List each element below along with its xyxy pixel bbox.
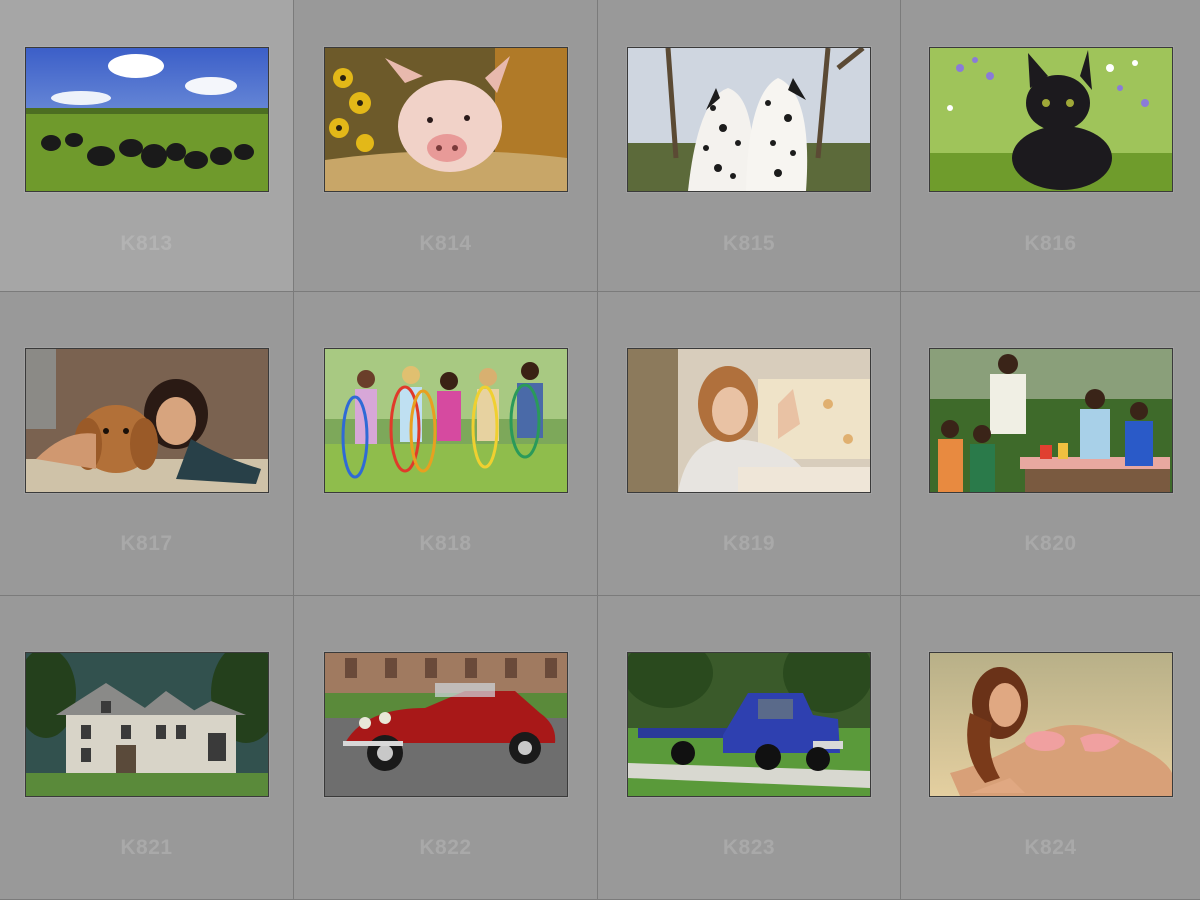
thumbnail-image-children-hoops[interactable] bbox=[323, 348, 568, 493]
thumbnail-label: K822 bbox=[419, 836, 472, 859]
thumbnail-cell-k815[interactable]: K815 bbox=[598, 0, 901, 292]
thumbnail-cell-k821[interactable]: K821 bbox=[0, 596, 294, 900]
thumbnail-image-beach-woman[interactable] bbox=[928, 652, 1173, 797]
thumbnail-cell-k823[interactable]: K823 bbox=[598, 596, 901, 900]
thumbnail-image-girl-spaniel[interactable] bbox=[24, 348, 269, 493]
thumbnail-cell-k822[interactable]: K822 bbox=[294, 596, 598, 900]
thumbnail-cell-k824[interactable]: K824 bbox=[901, 596, 1200, 900]
thumbnail-label: K815 bbox=[722, 232, 776, 255]
thumbnail-cell-k816[interactable]: K816 bbox=[901, 0, 1200, 292]
thumbnail-image-cattle[interactable] bbox=[24, 47, 269, 192]
thumbnail-cell-k814[interactable]: K814 bbox=[294, 0, 598, 292]
thumbnail-label: K820 bbox=[1024, 532, 1077, 555]
thumbnail-label: K818 bbox=[419, 532, 472, 555]
thumbnail-label: K823 bbox=[722, 836, 776, 859]
thumbnail-image-red-car[interactable] bbox=[323, 652, 568, 797]
thumbnail-image-girl-praying[interactable] bbox=[627, 348, 871, 493]
thumbnail-cell-k817[interactable]: K817 bbox=[0, 292, 294, 596]
thumbnail-label: K824 bbox=[1024, 836, 1077, 859]
thumbnail-cell-k820[interactable]: K820 bbox=[901, 292, 1200, 596]
thumbnail-label: K813 bbox=[120, 232, 173, 255]
thumbnail-label: K814 bbox=[419, 232, 472, 255]
thumbnail-grid: K813 K814 K815 K816 K817 K818 K819 K820 … bbox=[0, 0, 1200, 900]
thumbnail-image-blue-truck[interactable] bbox=[627, 652, 871, 797]
thumbnail-cell-k819[interactable]: K819 bbox=[598, 292, 901, 596]
thumbnail-cell-k813[interactable]: K813 bbox=[0, 0, 294, 292]
thumbnail-label: K816 bbox=[1024, 232, 1077, 255]
thumbnail-label: K821 bbox=[120, 836, 173, 859]
thumbnail-cell-k818[interactable]: K818 bbox=[294, 292, 598, 596]
thumbnail-label: K817 bbox=[120, 532, 173, 555]
thumbnail-image-kitten[interactable] bbox=[928, 47, 1173, 192]
thumbnail-label: K819 bbox=[722, 532, 776, 555]
thumbnail-image-house[interactable] bbox=[24, 652, 269, 797]
thumbnail-image-dalmatians[interactable] bbox=[627, 47, 871, 192]
thumbnail-image-family-picnic[interactable] bbox=[928, 348, 1173, 493]
thumbnail-image-pig[interactable] bbox=[323, 47, 568, 192]
